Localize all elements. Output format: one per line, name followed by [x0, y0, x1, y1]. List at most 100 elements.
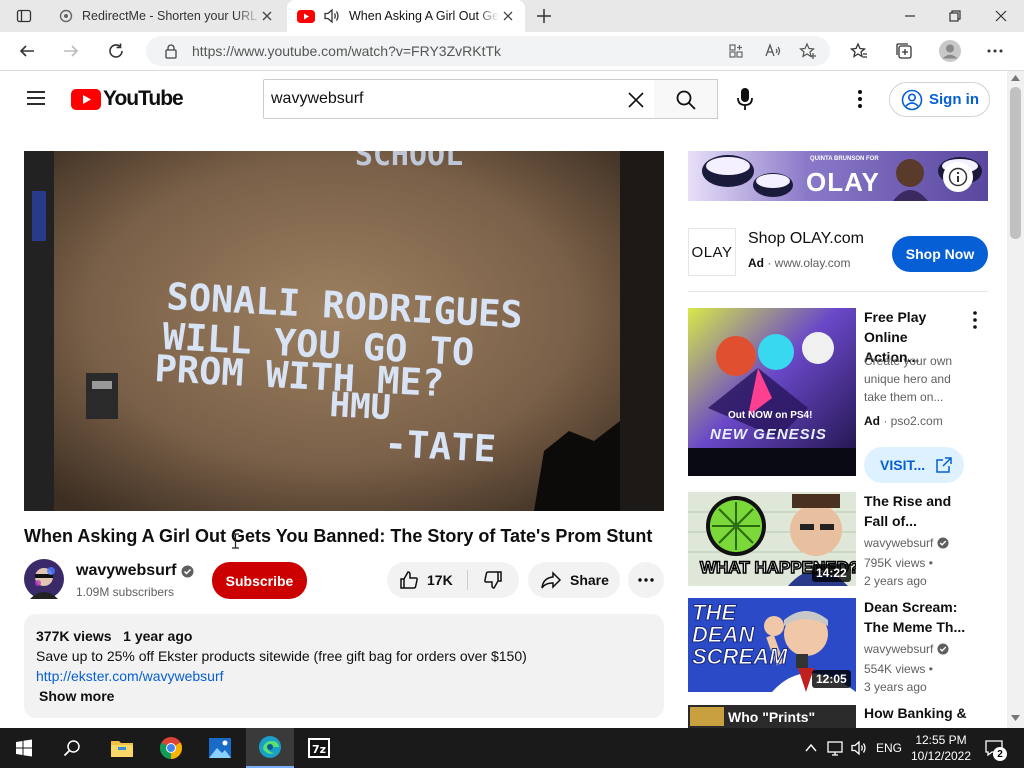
url-text: https://www.youtube.com/watch?v=FRY3ZvRK… — [192, 43, 502, 59]
game-ad-image — [688, 308, 856, 476]
tab-actions-icon[interactable] — [16, 8, 32, 24]
rec-channel: wavywebsurf — [864, 642, 934, 656]
shop-now-button[interactable]: Shop Now — [892, 236, 988, 272]
show-hidden-icons-chevron-icon[interactable] — [804, 741, 818, 755]
profile-avatar-icon[interactable] — [939, 40, 961, 62]
channel-avatar[interactable] — [24, 559, 64, 599]
svg-text:7z: 7z — [312, 743, 326, 756]
search-icon — [675, 89, 697, 111]
thumbs-down-icon — [483, 570, 503, 590]
share-arrow-icon — [540, 571, 562, 589]
close-icon[interactable] — [501, 9, 515, 23]
start-windows-icon[interactable] — [0, 728, 48, 768]
rec-thumbnail-banking[interactable]: Who "Prints" — [688, 705, 856, 728]
gear-site-icon — [58, 8, 74, 24]
favorites-icon[interactable] — [850, 42, 868, 60]
tab-youtube-active[interactable]: When Asking A Girl Out Gets — [287, 0, 525, 32]
forward-arrow-icon[interactable] — [62, 42, 80, 60]
olay-domain: www.olay.com — [774, 256, 851, 270]
channel-name-row[interactable]: wavywebsurf — [76, 562, 194, 580]
rec-channel-row[interactable]: wavywebsurf — [864, 536, 949, 550]
youtube-logo[interactable]: YouTube — [71, 87, 184, 111]
like-button[interactable]: 17K — [387, 562, 467, 598]
sign-in-button[interactable]: Sign in — [889, 82, 990, 117]
lock-icon[interactable] — [164, 43, 178, 59]
rec-channel-row[interactable]: wavywebsurf — [864, 642, 949, 656]
minimize-icon[interactable] — [902, 8, 918, 24]
read-aloud-icon[interactable] — [764, 42, 782, 60]
banner-olay-text: OLAY — [806, 167, 880, 197]
more-options-icon[interactable] — [851, 89, 869, 109]
new-tab-plus-icon[interactable] — [535, 7, 553, 25]
verified-badge-icon — [937, 643, 949, 655]
rec-title[interactable]: Dean Scream: The Meme Th... — [864, 597, 974, 637]
photos-app-icon[interactable] — [196, 728, 244, 768]
clear-search-icon[interactable] — [626, 90, 646, 110]
close-icon[interactable] — [260, 9, 274, 23]
collections-icon[interactable] — [895, 42, 913, 60]
taskbar-clock[interactable]: 12:55 PM 10/12/2022 — [908, 732, 974, 764]
verified-badge-icon — [937, 537, 949, 549]
window-close-icon[interactable] — [993, 8, 1009, 24]
windows-taskbar: 7z ENG 12:55 PM 10/12/2022 2 — [0, 728, 1024, 768]
share-button[interactable]: Share — [528, 562, 620, 598]
more-actions-button[interactable] — [628, 562, 664, 598]
dislike-button[interactable] — [469, 562, 517, 598]
scroll-down-arrow-icon[interactable] — [1011, 715, 1020, 721]
video-duration: 14:22 — [812, 564, 851, 582]
video-frame-image: SCHOOL SONALI RODRIGUES WILL YOU GO TO P… — [24, 151, 664, 511]
thumbs-up-icon — [399, 570, 419, 590]
olay-ad-title[interactable]: Shop OLAY.com — [748, 230, 864, 248]
search-input[interactable]: wavywebsurf — [263, 79, 655, 119]
settings-more-icon[interactable] — [986, 43, 1004, 59]
youtube-header: YouTube wavywebsurf Sign in — [0, 71, 1007, 127]
frame-text-line-4: HMU — [329, 385, 392, 428]
game-thumb-logo: NEW GENESIS — [710, 426, 827, 443]
page-scrollbar[interactable] — [1007, 71, 1024, 728]
rec-title[interactable]: The Rise and Fall of... — [864, 491, 974, 531]
edge-icon[interactable] — [246, 728, 294, 768]
frame-text-school: SCHOOL — [355, 151, 463, 173]
olay-logo[interactable]: OLAY — [688, 228, 736, 276]
channel-name: wavywebsurf — [76, 562, 177, 579]
description-link[interactable]: http://ekster.com/wavywebsurf — [36, 668, 224, 684]
olay-banner-ad[interactable]: QUINTA BRUNSON FOR OLAY — [688, 151, 988, 201]
chrome-icon[interactable] — [147, 728, 195, 768]
volume-icon[interactable] — [850, 740, 868, 756]
7zip-icon[interactable]: 7z — [295, 728, 343, 768]
open-external-icon — [935, 456, 953, 474]
search-button[interactable] — [654, 79, 718, 119]
add-favorite-icon[interactable] — [799, 42, 817, 60]
ad-info-icon[interactable] — [943, 162, 973, 192]
rec-thumbnail-limewire[interactable]: WHAT HAPPENED? 14:22 — [688, 492, 856, 586]
show-more-link[interactable]: Show more — [39, 688, 114, 704]
network-icon[interactable] — [827, 740, 845, 756]
hamburger-menu-icon[interactable] — [26, 89, 46, 107]
visit-button[interactable]: VISIT... — [864, 447, 964, 483]
tab-redirectme[interactable]: RedirectMe - Shorten your URL f — [48, 0, 284, 32]
description-box[interactable]: 377K views 1 year ago Save up to 25% off… — [24, 614, 664, 718]
mouse-cursor-icon — [231, 533, 240, 549]
upload-age: 1 year ago — [123, 628, 193, 644]
back-arrow-icon[interactable] — [18, 42, 36, 60]
scroll-up-arrow-icon[interactable] — [1011, 75, 1020, 81]
game-ad-thumbnail[interactable]: Out NOW on PS4! NEW GENESIS — [688, 308, 856, 476]
share-label: Share — [570, 572, 609, 588]
restore-icon[interactable] — [947, 8, 963, 24]
ad-more-icon[interactable] — [966, 310, 984, 330]
rec-thumbnail-dean-scream[interactable]: THE DEAN SCREAM 12:05 — [688, 598, 856, 692]
video-player[interactable]: SCHOOL SONALI RODRIGUES WILL YOU GO TO P… — [24, 151, 664, 511]
address-bar[interactable]: https://www.youtube.com/watch?v=FRY3ZvRK… — [146, 36, 830, 66]
refresh-icon[interactable] — [107, 42, 125, 60]
subscribe-button[interactable]: Subscribe — [212, 562, 307, 599]
file-explorer-icon[interactable] — [98, 728, 146, 768]
rec-views: 795K views • — [864, 556, 933, 570]
scrollbar-thumb[interactable] — [1010, 87, 1021, 239]
speaker-icon[interactable] — [323, 8, 341, 24]
rec-channel: wavywebsurf — [864, 536, 934, 550]
input-language[interactable]: ENG — [876, 741, 902, 755]
taskbar-search-icon[interactable] — [48, 728, 96, 768]
rec-title[interactable]: How Banking & — [864, 703, 984, 723]
app-available-icon[interactable] — [728, 43, 744, 59]
microphone-icon[interactable] — [736, 87, 754, 111]
